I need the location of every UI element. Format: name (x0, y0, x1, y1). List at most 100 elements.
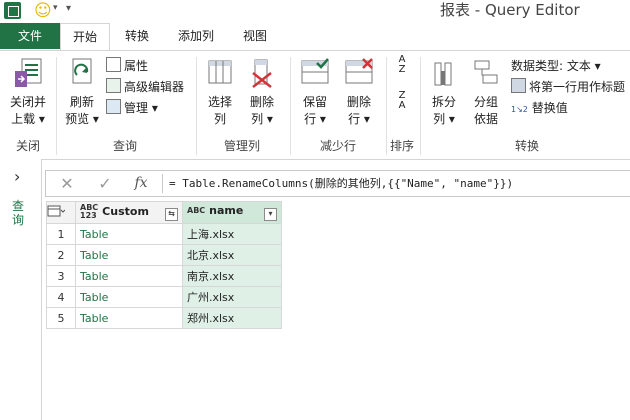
sort-ascending-button[interactable]: A Z (390, 55, 414, 75)
first-row-header-icon (511, 78, 526, 93)
sort-descending-button[interactable]: Z A (390, 91, 414, 111)
row-number[interactable]: 5 (46, 307, 76, 329)
select-columns-button[interactable]: 选择 列 (200, 57, 240, 128)
tab-view[interactable]: 视图 (234, 23, 276, 49)
data-grid: ABC 123 Custom ⇆ ABC name ▾ 1 Table 上海.xls… (46, 201, 282, 329)
column-header-name[interactable]: ABC name ▾ (182, 201, 282, 224)
fx-icon[interactable]: fx (124, 171, 158, 196)
expand-column-icon[interactable]: ⇆ (165, 208, 178, 221)
filter-dropdown-icon[interactable]: ▾ (264, 208, 277, 221)
replace-values-button[interactable]: 1↘2 替换值 (511, 99, 568, 119)
split-column-icon (434, 62, 452, 86)
group-by-label1: 分组 (473, 95, 498, 109)
table-cell-name[interactable]: 广州.xlsx (182, 286, 282, 308)
group-by-label2: 依据 (473, 112, 498, 126)
window-title: 报表 - Query Editor (440, 1, 580, 19)
formula-divider (162, 174, 163, 193)
table-cell-custom[interactable]: Table (75, 286, 183, 308)
data-type-dropdown[interactable]: 数据类型: 文本 ▾ (511, 57, 601, 75)
table-cell-name[interactable]: 北京.xlsx (182, 244, 282, 266)
use-first-row-as-headers-button[interactable]: 将第一行用作标题 (511, 78, 625, 96)
refresh-preview-button[interactable]: 刷新 预览 ▾ (60, 57, 104, 128)
expand-queries-chevron-icon[interactable]: › (14, 167, 20, 186)
table-row: 3 Table 南京.xlsx (46, 265, 282, 287)
close-and-load-button[interactable]: 关闭并 上载 ▾ (4, 57, 52, 128)
table-row: 2 Table 北京.xlsx (46, 244, 282, 266)
table-row: 5 Table 郑州.xlsx (46, 307, 282, 329)
table-cell-custom[interactable]: Table (75, 265, 183, 287)
tab-add-column[interactable]: 添加列 (170, 23, 222, 49)
close-and-load-label1: 关闭并 (9, 95, 46, 109)
ribbon: 关闭并 上载 ▾ 关闭 刷新 预览 ▾ 属性 高级编辑器 管理 ▾ 查询 选择 … (0, 50, 630, 160)
table-cell-name[interactable]: 南京.xlsx (182, 265, 282, 287)
properties-label: 属性 (124, 59, 149, 73)
advanced-editor-button[interactable]: 高级编辑器 (106, 78, 184, 96)
properties-button[interactable]: 属性 (106, 57, 148, 75)
row-number[interactable]: 2 (46, 244, 76, 266)
any-type-icon[interactable]: ABC 123 (80, 204, 98, 220)
split-column-button[interactable]: 拆分 列 ▾ (424, 57, 464, 128)
tab-file[interactable]: 文件 (0, 23, 60, 49)
group-separator (56, 57, 57, 155)
split-column-label2: 列 ▾ (433, 112, 455, 126)
remove-columns-button[interactable]: 删除 列 ▾ (242, 57, 282, 128)
group-separator (420, 57, 421, 155)
row-number[interactable]: 1 (46, 223, 76, 245)
remove-rows-icon (345, 58, 373, 84)
keep-rows-icon (301, 58, 329, 84)
replace-values-label: 替换值 (531, 101, 568, 115)
group-by-button[interactable]: 分组 依据 (466, 57, 506, 128)
formula-input[interactable]: = Table.RenameColumns(删除的其他列,{{"Name", "… (169, 171, 513, 196)
group-separator (196, 57, 197, 155)
group-label-transform: 转换 (514, 139, 539, 153)
advanced-editor-icon (106, 78, 121, 93)
table-cell-custom[interactable]: Table (75, 223, 183, 245)
customize-quick-access-icon[interactable]: ▾ (66, 3, 71, 14)
text-type-icon[interactable]: ABC (187, 207, 205, 215)
tab-home[interactable]: 开始 (60, 23, 110, 51)
remove-columns-label2: 列 ▾ (251, 112, 273, 126)
queries-pane-label[interactable]: 查询 (12, 199, 28, 227)
column-header-custom[interactable]: ABC 123 Custom ⇆ (75, 201, 183, 224)
keep-rows-button[interactable]: 保留 行 ▾ (294, 57, 336, 128)
replace-values-icon: 1↘2 (511, 105, 528, 114)
remove-rows-label1: 删除 (346, 95, 371, 109)
manage-icon (106, 99, 121, 114)
table-cell-custom[interactable]: Table (75, 244, 183, 266)
smiley-dropdown-icon[interactable]: ▾ (53, 3, 58, 13)
keep-rows-label2: 行 ▾ (304, 112, 326, 126)
refresh-label1: 刷新 (69, 95, 94, 109)
table-row: 4 Table 广州.xlsx (46, 286, 282, 308)
select-columns-label1: 选择 (207, 95, 232, 109)
row-number[interactable]: 3 (46, 265, 76, 287)
group-label-close: 关闭 (15, 139, 40, 153)
tab-transform[interactable]: 转换 (116, 23, 158, 49)
smiley-icon[interactable]: ☺ (34, 1, 52, 21)
excel-logo-icon (4, 2, 21, 19)
remove-columns-icon (252, 59, 272, 88)
table-row: 1 Table 上海.xlsx (46, 223, 282, 245)
properties-icon (106, 57, 121, 72)
remove-rows-button[interactable]: 删除 行 ▾ (338, 57, 380, 128)
column-header-custom-label: Custom (102, 205, 149, 218)
first-row-header-label: 将第一行用作标题 (529, 80, 626, 94)
remove-columns-label1: 删除 (249, 95, 274, 109)
refresh-icon (72, 58, 92, 84)
table-cell-name[interactable]: 上海.xlsx (182, 223, 282, 245)
title-bar: ☺ ▾ ▾ 报表 - Query Editor (0, 0, 630, 22)
close-and-load-label2: 上载 ▾ (11, 112, 45, 126)
queries-pane: › 查询 (0, 159, 42, 420)
select-columns-label2: 列 (213, 112, 226, 126)
table-cell-custom[interactable]: Table (75, 307, 183, 329)
column-header-name-label: name (209, 204, 244, 217)
group-label-manage-columns: 管理列 (223, 139, 260, 153)
confirm-formula-icon[interactable]: ✓ (88, 171, 122, 196)
manage-button[interactable]: 管理 ▾ (106, 99, 158, 117)
cancel-formula-icon[interactable]: ✕ (50, 171, 84, 196)
group-separator (290, 57, 291, 155)
table-menu-icon[interactable] (46, 201, 76, 224)
formula-bar: ✕ ✓ fx = Table.RenameColumns(删除的其他列,{{"N… (45, 170, 630, 197)
table-icon (47, 205, 66, 217)
row-number[interactable]: 4 (46, 286, 76, 308)
table-cell-name[interactable]: 郑州.xlsx (182, 307, 282, 329)
